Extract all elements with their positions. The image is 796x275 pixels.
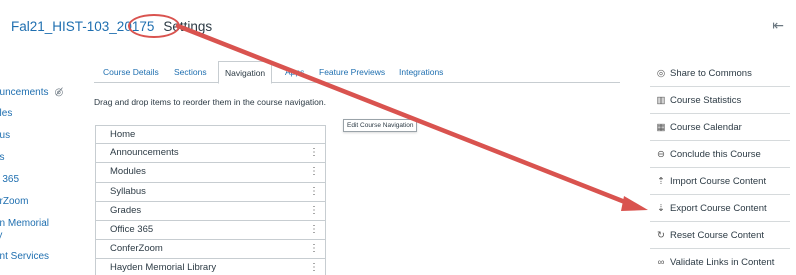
reset-course-content-button[interactable]: ↻ Reset Course Content [650,222,790,249]
nav-item-hayden-library[interactable]: Hayden Memorial Library ⋮ [95,259,326,275]
kebab-menu-icon[interactable]: ⋮ [309,240,319,258]
eye-slash-icon: ◎̸ [54,87,64,98]
import-icon: ⇡ [657,176,665,187]
left-nav-item-syllabus[interactable]: ous [0,130,10,142]
left-nav-item-modules[interactable]: ules [0,108,12,120]
kebab-menu-icon[interactable]: ⋮ [309,163,319,181]
tab-feature-previews[interactable]: Feature Previews [319,61,385,83]
lock-icon: ⊖ [657,149,665,160]
statistics-icon: ▥ [656,95,666,106]
conclude-course-button[interactable]: ⊖ Conclude this Course [650,141,790,168]
nav-item-office365[interactable]: Office 365 ⋮ [95,220,326,241]
left-nav-item-office365[interactable]: e 365 [0,174,19,186]
export-icon: ⇣ [657,203,665,214]
kebab-menu-icon[interactable]: ⋮ [309,259,319,275]
link-icon: ∞ [657,257,665,268]
left-nav-item-hayden-library[interactable]: en Memorialry [0,218,49,242]
settings-tabs: Course Details Sections Navigation Apps … [94,61,620,84]
edit-course-navigation-tooltip: Edit Course Navigation [343,119,418,132]
settings-sidebar: ◎ Share to Commons ▥ Course Statistics ▦ Co… [650,60,790,275]
nav-item-announcements[interactable]: Announcements ⋮ [95,144,326,164]
share-icon: ◎ [656,68,666,79]
share-to-commons-button[interactable]: ◎ Share to Commons [650,60,790,87]
course-calendar-button[interactable]: ▦ Course Calendar [650,114,790,141]
calendar-icon: ▦ [656,122,666,133]
nav-item-modules[interactable]: Modules ⋮ [95,163,326,183]
validate-links-button[interactable]: ∞ Validate Links in Content [650,249,790,275]
kebab-menu-icon[interactable]: ⋮ [309,221,319,239]
instructions-text: Drag and drop items to reorder them in t… [94,97,326,107]
left-nav-item-student-services[interactable]: ent Services [0,251,49,263]
kebab-menu-icon[interactable]: ⋮ [309,144,319,162]
kebab-menu-icon[interactable]: ⋮ [309,183,319,201]
collapse-left-icon: ⇤ [772,17,784,33]
annotation-circle [128,14,180,38]
nav-item-grades[interactable]: Grades ⋮ [95,201,326,221]
tab-sections[interactable]: Sections [174,61,207,83]
nav-item-home[interactable]: Home [95,125,326,145]
export-course-content-button[interactable]: ⇣ Export Course Content [650,195,790,222]
collapse-sidebar-button[interactable]: ⇤ [772,17,784,34]
left-nav-item-conferzoom[interactable]: erZoom [0,196,28,208]
tab-navigation[interactable]: Navigation [218,61,273,84]
course-navigation-list: Home Announcements ⋮ Modules ⋮ Syllabus ⋮ G… [95,125,326,275]
nav-item-syllabus[interactable]: Syllabus ⋮ [95,182,326,202]
nav-item-conferzoom[interactable]: ConferZoom ⋮ [95,240,326,260]
tab-course-details[interactable]: Course Details [103,61,159,83]
breadcrumb: Fal21_HIST-103_20175 Settings [11,19,212,34]
left-nav-item-announcements[interactable]: ouncements◎̸ [0,87,63,99]
course-nav-sidebar: e ouncements◎̸ ules ous es e 365 erZoom … [0,60,88,275]
reset-icon: ↻ [657,230,665,241]
tab-apps[interactable]: Apps [285,61,304,83]
kebab-menu-icon[interactable]: ⋮ [309,202,319,220]
import-course-content-button[interactable]: ⇡ Import Course Content [650,168,790,195]
tab-integrations[interactable]: Integrations [399,61,443,83]
left-nav-item-grades[interactable]: es [0,152,5,164]
course-statistics-button[interactable]: ▥ Course Statistics [650,87,790,114]
